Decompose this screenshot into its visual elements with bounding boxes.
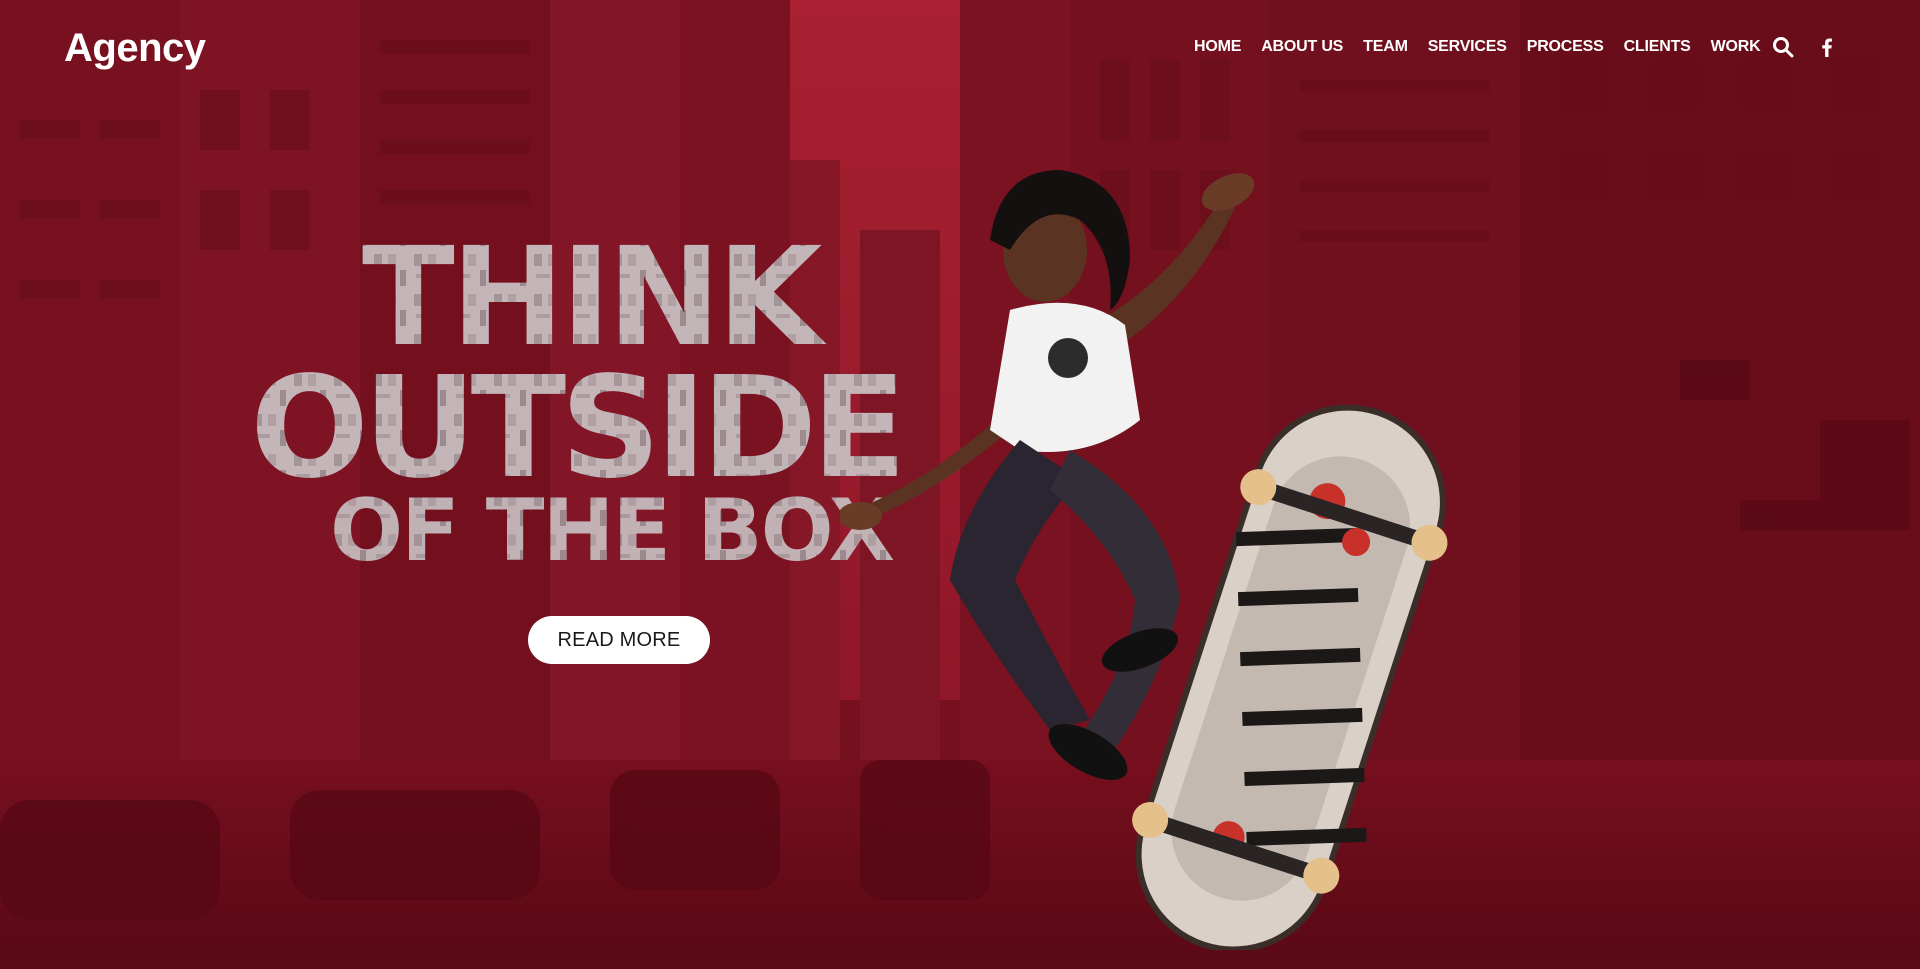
nav-item-team[interactable]: TEAM — [1363, 38, 1408, 56]
brand-logo[interactable]: Agency — [64, 26, 206, 71]
nav-item-work[interactable]: WORK — [1711, 38, 1761, 56]
facebook-icon[interactable] — [1816, 36, 1838, 58]
nav-item-about-us[interactable]: ABOUT US — [1261, 38, 1343, 56]
nav-item-process[interactable]: PROCESS — [1527, 38, 1604, 56]
main-nav: HOME ABOUT US TEAM SERVICES PROCESS CLIE… — [1194, 38, 1780, 56]
nav-item-home[interactable]: HOME — [1194, 38, 1241, 56]
skater-image — [838, 130, 1560, 953]
search-icon[interactable] — [1772, 36, 1794, 58]
headline-line-3: OF THE BOX — [330, 481, 894, 580]
header-icons — [1772, 36, 1838, 58]
read-more-button[interactable]: READ MORE — [528, 616, 710, 664]
nav-item-clients[interactable]: CLIENTS — [1624, 38, 1691, 56]
nav-item-services[interactable]: SERVICES — [1428, 38, 1507, 56]
